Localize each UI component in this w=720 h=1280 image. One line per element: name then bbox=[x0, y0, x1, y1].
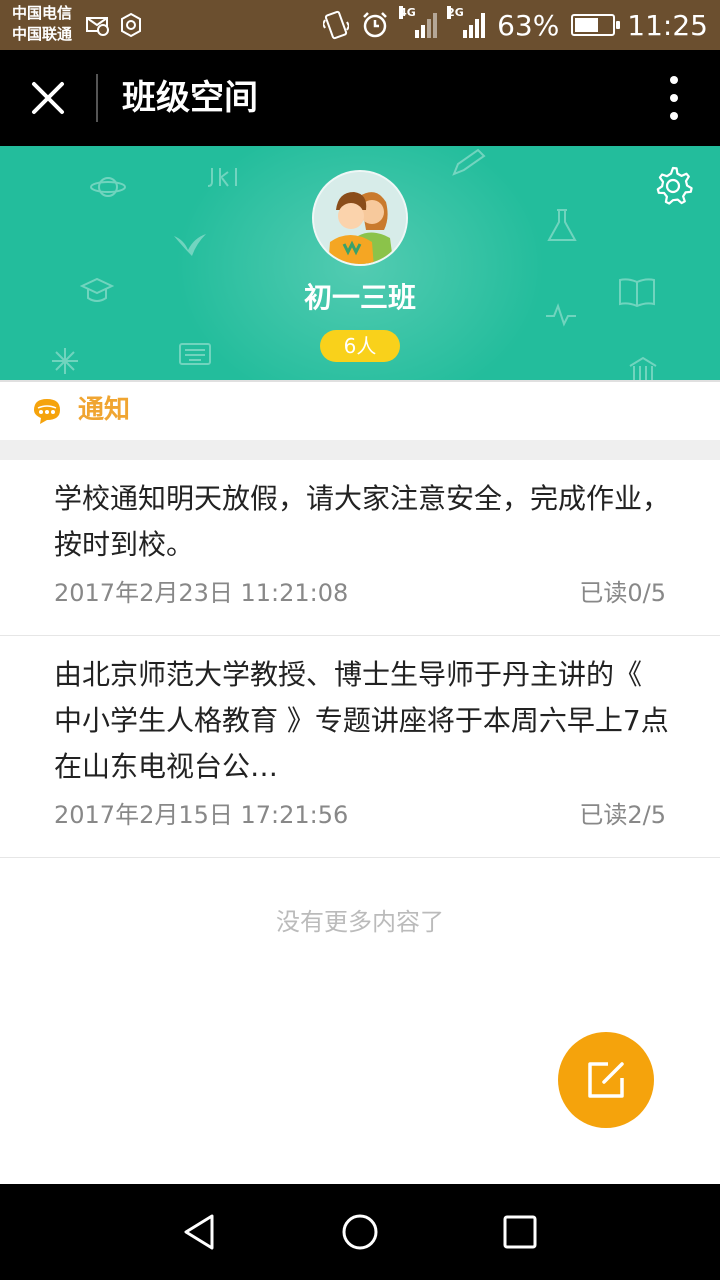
clock: 11:25 bbox=[627, 8, 708, 42]
battery-level bbox=[575, 18, 598, 32]
compose-button[interactable] bbox=[558, 1032, 654, 1128]
square-recents-icon bbox=[503, 1215, 537, 1249]
chat-bubble-icon bbox=[34, 399, 60, 424]
more-dot-icon bbox=[670, 112, 678, 120]
no-more-content: 没有更多内容了 bbox=[276, 908, 444, 936]
network-2g-label: 2G bbox=[447, 6, 464, 19]
jkl-letters-icon bbox=[207, 168, 237, 187]
circle-home-icon bbox=[342, 1214, 378, 1250]
keyboard-icon bbox=[179, 343, 211, 365]
triangle-back-icon bbox=[184, 1214, 214, 1250]
signal-2g-icon: 2G bbox=[447, 6, 486, 38]
title-divider bbox=[96, 74, 98, 122]
bird-icon bbox=[174, 234, 206, 256]
notice-text: 由北京师范大学教授、博士生导师于丹主讲的《 中小学生人格教育 》专题讲座将于本周… bbox=[54, 658, 669, 783]
more-dot-icon bbox=[670, 94, 678, 102]
settings-gear-icon[interactable] bbox=[652, 164, 694, 206]
page-title: 班级空间 bbox=[122, 78, 258, 118]
nav-recents-button[interactable] bbox=[496, 1208, 544, 1256]
nav-home-button[interactable] bbox=[336, 1208, 384, 1256]
close-button[interactable] bbox=[20, 70, 76, 126]
students-avatar-icon bbox=[314, 172, 406, 264]
carrier-2: 中国联通 bbox=[12, 25, 73, 43]
notice-tab[interactable]: 通知 bbox=[0, 380, 720, 440]
class-header: 初一三班 6人 bbox=[0, 146, 720, 380]
more-menu-button[interactable] bbox=[654, 76, 694, 120]
notice-text: 学校通知明天放假，请大家注意安全，完成作业，按时到校。 bbox=[54, 482, 671, 561]
flask-icon bbox=[547, 209, 577, 241]
class-name: 初一三班 bbox=[303, 281, 416, 314]
signal-4g-icon: 4G bbox=[399, 6, 438, 38]
more-dot-icon bbox=[670, 76, 678, 84]
battery-percent: 63% bbox=[497, 8, 560, 42]
edit-icon bbox=[588, 1062, 624, 1098]
vibrate-icon bbox=[323, 10, 350, 40]
hotspot-icon bbox=[121, 12, 141, 38]
carrier-1: 中国电信 bbox=[12, 4, 73, 22]
notice-item[interactable]: 由北京师范大学教授、博士生导师于丹主讲的《 中小学生人格教育 》专题讲座将于本周… bbox=[0, 636, 720, 858]
message-icon bbox=[86, 17, 109, 36]
battery-icon bbox=[571, 14, 621, 36]
notice-read-count: 已读2/5 bbox=[579, 801, 666, 829]
notice-date: 2017年2月15日 17:21:56 bbox=[54, 801, 349, 829]
system-nav-bar bbox=[0, 1184, 720, 1280]
status-bar: 中国电信 中国联通 4G 2G 63% 11:25 bbox=[0, 0, 720, 50]
notice-tab-label: 通知 bbox=[78, 395, 131, 425]
title-bar: 班级空间 bbox=[0, 50, 720, 146]
alarm-icon bbox=[363, 12, 387, 38]
member-count-badge[interactable]: 6人 bbox=[320, 330, 400, 362]
pencil-icon bbox=[452, 148, 486, 176]
notice-date: 2017年2月23日 11:21:08 bbox=[54, 579, 349, 607]
carrier-info: 中国电信 中国联通 bbox=[12, 3, 72, 45]
planet-icon bbox=[90, 177, 126, 197]
nav-back-button[interactable] bbox=[176, 1208, 224, 1256]
notice-item[interactable]: 学校通知明天放假，请大家注意安全，完成作业，按时到校。 2017年2月23日 1… bbox=[0, 460, 720, 636]
class-avatar[interactable] bbox=[312, 170, 408, 266]
notice-read-count: 已读0/5 bbox=[579, 579, 666, 607]
section-divider bbox=[0, 440, 720, 460]
close-icon bbox=[32, 82, 64, 114]
sparkle-icon bbox=[52, 348, 78, 374]
network-4g-label: 4G bbox=[399, 6, 416, 19]
building-icon bbox=[629, 356, 657, 380]
